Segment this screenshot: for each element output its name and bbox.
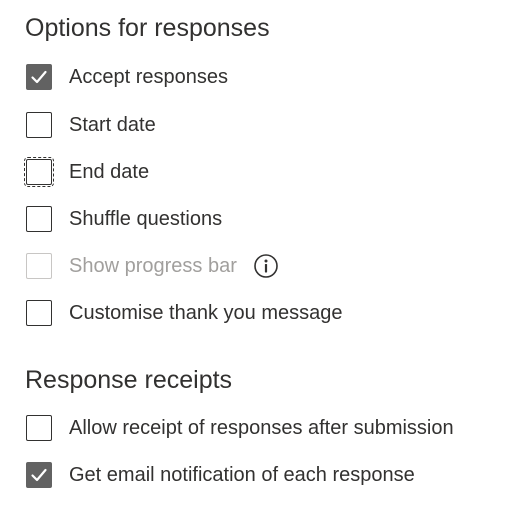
show-progress-bar-option: Show progress bar — [26, 251, 279, 281]
check-icon — [31, 468, 47, 482]
accept-responses-checkbox[interactable] — [26, 64, 52, 90]
show-progress-bar-checkbox — [26, 253, 52, 279]
shuffle-questions-label: Shuffle questions — [69, 208, 223, 230]
response-receipts-heading: Response receipts — [25, 366, 233, 394]
email-notification-label: Get email notification of each response — [69, 464, 415, 486]
shuffle-questions-checkbox[interactable] — [26, 206, 52, 232]
allow-receipt-option[interactable]: Allow receipt of responses after submiss… — [26, 413, 454, 443]
options-for-responses-heading: Options for responses — [25, 14, 270, 42]
customise-thank-you-message-label: Customise thank you message — [69, 302, 343, 324]
shuffle-questions-option[interactable]: Shuffle questions — [26, 204, 222, 234]
email-notification-checkbox[interactable] — [26, 462, 52, 488]
start-date-label: Start date — [69, 114, 156, 136]
customise-thank-you-message-option[interactable]: Customise thank you message — [26, 298, 342, 328]
email-notification-option[interactable]: Get email notification of each response — [26, 460, 415, 490]
start-date-checkbox[interactable] — [26, 112, 52, 138]
show-progress-bar-label: Show progress bar — [69, 255, 237, 277]
end-date-option[interactable]: End date — [24, 157, 150, 187]
allow-receipt-checkbox[interactable] — [26, 415, 52, 441]
start-date-option[interactable]: Start date — [26, 110, 156, 140]
accept-responses-label: Accept responses — [69, 66, 228, 88]
allow-receipt-label: Allow receipt of responses after submiss… — [69, 417, 454, 439]
info-icon[interactable] — [253, 253, 279, 279]
accept-responses-option[interactable]: Accept responses — [26, 62, 228, 92]
customise-thank-you-message-checkbox[interactable] — [26, 300, 52, 326]
end-date-checkbox[interactable] — [24, 157, 54, 187]
end-date-label: End date — [69, 161, 150, 183]
check-icon — [31, 70, 47, 84]
